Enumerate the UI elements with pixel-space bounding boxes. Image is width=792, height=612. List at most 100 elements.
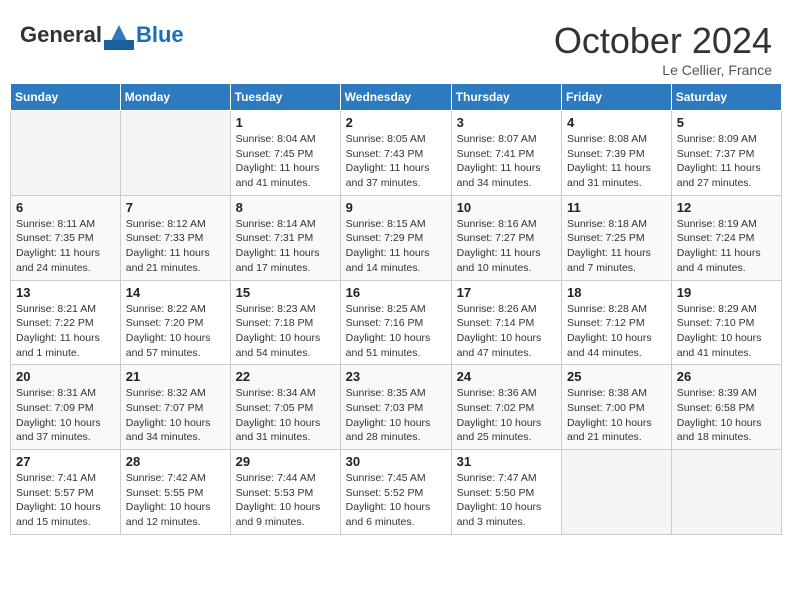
calendar-cell: 29Sunrise: 7:44 AMSunset: 5:53 PMDayligh…	[230, 450, 340, 535]
day-info: Sunrise: 8:22 AMSunset: 7:20 PMDaylight:…	[126, 302, 225, 361]
calendar-cell: 8 Sunrise: 8:14 AMSunset: 7:31 PMDaylight…	[230, 195, 340, 280]
calendar-cell	[11, 111, 121, 196]
calendar-table: SundayMondayTuesdayWednesdayThursdayFrid…	[10, 83, 782, 535]
day-info: Sunrise: 7:42 AMSunset: 5:55 PMDaylight:…	[126, 471, 225, 530]
calendar-day-header: Saturday	[671, 84, 781, 111]
day-info: Sunrise: 7:41 AMSunset: 5:57 PMDaylight:…	[16, 471, 115, 530]
calendar-cell: 22 Sunrise: 8:34 AMSunset: 7:05 PMDayligh…	[230, 365, 340, 450]
calendar-cell: 2 Sunrise: 8:05 AMSunset: 7:43 PMDaylight…	[340, 111, 451, 196]
month-title: October 2024	[554, 20, 772, 62]
day-number: 4	[567, 115, 666, 130]
calendar-day-header: Tuesday	[230, 84, 340, 111]
calendar-cell: 27Sunrise: 7:41 AMSunset: 5:57 PMDayligh…	[11, 450, 121, 535]
day-info: Sunrise: 8:35 AMSunset: 7:03 PMDaylight:…	[346, 386, 446, 445]
calendar-cell	[120, 111, 230, 196]
day-info: Sunrise: 8:05 AMSunset: 7:43 PMDaylight:…	[346, 132, 446, 191]
calendar-cell: 12Sunrise: 8:19 AMSunset: 7:24 PMDayligh…	[671, 195, 781, 280]
day-number: 28	[126, 454, 225, 469]
day-number: 18	[567, 285, 666, 300]
day-number: 13	[16, 285, 115, 300]
day-number: 23	[346, 369, 446, 384]
day-info: Sunrise: 8:04 AMSunset: 7:45 PMDaylight:…	[236, 132, 335, 191]
logo-icon	[104, 20, 134, 50]
day-number: 1	[236, 115, 335, 130]
day-info: Sunrise: 8:08 AMSunset: 7:39 PMDaylight:…	[567, 132, 666, 191]
calendar-cell: 18Sunrise: 8:28 AMSunset: 7:12 PMDayligh…	[562, 280, 672, 365]
calendar-week-row: 6 Sunrise: 8:11 AMSunset: 7:35 PMDaylight…	[11, 195, 782, 280]
day-number: 25	[567, 369, 666, 384]
day-info: Sunrise: 7:45 AMSunset: 5:52 PMDaylight:…	[346, 471, 446, 530]
day-info: Sunrise: 8:34 AMSunset: 7:05 PMDaylight:…	[236, 386, 335, 445]
day-number: 24	[457, 369, 556, 384]
calendar-cell: 25Sunrise: 8:38 AMSunset: 7:00 PMDayligh…	[562, 365, 672, 450]
day-number: 19	[677, 285, 776, 300]
day-info: Sunrise: 8:29 AMSunset: 7:10 PMDaylight:…	[677, 302, 776, 361]
calendar-cell: 9 Sunrise: 8:15 AMSunset: 7:29 PMDaylight…	[340, 195, 451, 280]
day-info: Sunrise: 8:16 AMSunset: 7:27 PMDaylight:…	[457, 217, 556, 276]
calendar-cell: 31Sunrise: 7:47 AMSunset: 5:50 PMDayligh…	[451, 450, 561, 535]
calendar-cell: 16 Sunrise: 8:25 AMSunset: 7:16 PMDayligh…	[340, 280, 451, 365]
logo: General Blue	[20, 20, 184, 50]
calendar-cell: 7Sunrise: 8:12 AMSunset: 7:33 PMDaylight…	[120, 195, 230, 280]
day-number: 17	[457, 285, 556, 300]
day-info: Sunrise: 8:21 AMSunset: 7:22 PMDaylight:…	[16, 302, 115, 361]
calendar-cell: 26Sunrise: 8:39 AMSunset: 6:58 PMDayligh…	[671, 365, 781, 450]
day-number: 16	[346, 285, 446, 300]
day-info: Sunrise: 8:36 AMSunset: 7:02 PMDaylight:…	[457, 386, 556, 445]
calendar-cell: 21Sunrise: 8:32 AMSunset: 7:07 PMDayligh…	[120, 365, 230, 450]
day-number: 7	[126, 200, 225, 215]
calendar-cell: 19 Sunrise: 8:29 AMSunset: 7:10 PMDayligh…	[671, 280, 781, 365]
page-header: General Blue October 2024 Le Cellier, Fr…	[10, 10, 782, 83]
calendar-week-row: 27Sunrise: 7:41 AMSunset: 5:57 PMDayligh…	[11, 450, 782, 535]
day-number: 8	[236, 200, 335, 215]
calendar-day-header: Sunday	[11, 84, 121, 111]
calendar-cell: 5 Sunrise: 8:09 AMSunset: 7:37 PMDaylight…	[671, 111, 781, 196]
day-number: 3	[457, 115, 556, 130]
day-number: 20	[16, 369, 115, 384]
logo-text-general: General	[20, 22, 102, 48]
calendar-week-row: 20 Sunrise: 8:31 AMSunset: 7:09 PMDayligh…	[11, 365, 782, 450]
day-number: 6	[16, 200, 115, 215]
day-number: 11	[567, 200, 666, 215]
day-info: Sunrise: 8:18 AMSunset: 7:25 PMDaylight:…	[567, 217, 666, 276]
calendar-cell: 1 Sunrise: 8:04 AMSunset: 7:45 PMDaylight…	[230, 111, 340, 196]
day-number: 12	[677, 200, 776, 215]
day-info: Sunrise: 8:09 AMSunset: 7:37 PMDaylight:…	[677, 132, 776, 191]
day-number: 5	[677, 115, 776, 130]
day-info: Sunrise: 8:15 AMSunset: 7:29 PMDaylight:…	[346, 217, 446, 276]
day-info: Sunrise: 8:25 AMSunset: 7:16 PMDaylight:…	[346, 302, 446, 361]
calendar-cell: 23 Sunrise: 8:35 AMSunset: 7:03 PMDayligh…	[340, 365, 451, 450]
calendar-cell: 17 Sunrise: 8:26 AMSunset: 7:14 PMDayligh…	[451, 280, 561, 365]
calendar-header-row: SundayMondayTuesdayWednesdayThursdayFrid…	[11, 84, 782, 111]
day-info: Sunrise: 7:44 AMSunset: 5:53 PMDaylight:…	[236, 471, 335, 530]
calendar-day-header: Friday	[562, 84, 672, 111]
calendar-cell	[562, 450, 672, 535]
calendar-cell: 14 Sunrise: 8:22 AMSunset: 7:20 PMDayligh…	[120, 280, 230, 365]
day-info: Sunrise: 8:07 AMSunset: 7:41 PMDaylight:…	[457, 132, 556, 191]
calendar-day-header: Wednesday	[340, 84, 451, 111]
day-number: 15	[236, 285, 335, 300]
calendar-week-row: 1 Sunrise: 8:04 AMSunset: 7:45 PMDaylight…	[11, 111, 782, 196]
day-info: Sunrise: 8:39 AMSunset: 6:58 PMDaylight:…	[677, 386, 776, 445]
day-number: 30	[346, 454, 446, 469]
logo-text-blue: Blue	[136, 22, 184, 48]
calendar-cell: 10Sunrise: 8:16 AMSunset: 7:27 PMDayligh…	[451, 195, 561, 280]
day-info: Sunrise: 8:26 AMSunset: 7:14 PMDaylight:…	[457, 302, 556, 361]
day-number: 9	[346, 200, 446, 215]
day-number: 2	[346, 115, 446, 130]
day-info: Sunrise: 8:31 AMSunset: 7:09 PMDaylight:…	[16, 386, 115, 445]
calendar-cell: 3 Sunrise: 8:07 AMSunset: 7:41 PMDaylight…	[451, 111, 561, 196]
calendar-day-header: Monday	[120, 84, 230, 111]
calendar-cell	[671, 450, 781, 535]
day-info: Sunrise: 8:11 AMSunset: 7:35 PMDaylight:…	[16, 217, 115, 276]
day-number: 31	[457, 454, 556, 469]
calendar-cell: 28 Sunrise: 7:42 AMSunset: 5:55 PMDayligh…	[120, 450, 230, 535]
title-area: October 2024 Le Cellier, France	[554, 20, 772, 78]
calendar-week-row: 13 Sunrise: 8:21 AMSunset: 7:22 PMDayligh…	[11, 280, 782, 365]
calendar-cell: 20 Sunrise: 8:31 AMSunset: 7:09 PMDayligh…	[11, 365, 121, 450]
day-number: 22	[236, 369, 335, 384]
day-number: 14	[126, 285, 225, 300]
day-info: Sunrise: 8:14 AMSunset: 7:31 PMDaylight:…	[236, 217, 335, 276]
calendar-day-header: Thursday	[451, 84, 561, 111]
day-info: Sunrise: 8:23 AMSunset: 7:18 PMDaylight:…	[236, 302, 335, 361]
